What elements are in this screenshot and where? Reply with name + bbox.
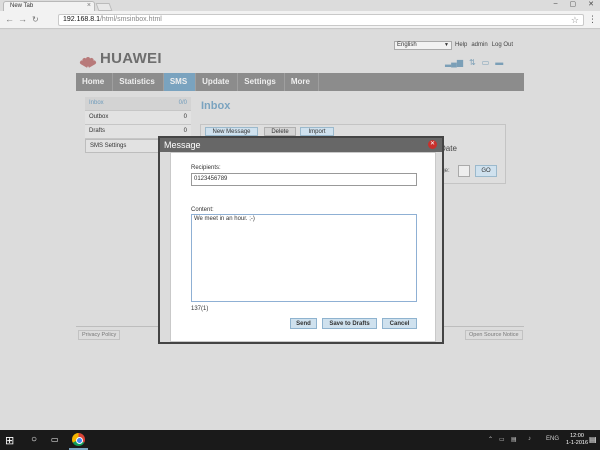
page-title: Inbox — [201, 100, 231, 112]
windows-start-icon[interactable]: ⊞ — [5, 434, 14, 447]
logout-link[interactable]: Log Out — [492, 42, 513, 48]
open-source-notice-link[interactable]: Open Source Notice — [465, 330, 523, 340]
sidebar-item-outbox[interactable]: Outbox 0 — [85, 111, 191, 125]
recipients-field[interactable]: 0123456789 — [191, 173, 417, 186]
display-icon[interactable]: ▭ — [499, 436, 505, 443]
reload-icon[interactable]: ↻ — [32, 15, 39, 24]
main-nav: Home Statistics SMS Update Settings More — [76, 73, 524, 91]
back-icon[interactable]: ← — [5, 14, 14, 24]
forward-icon[interactable]: → — [18, 14, 27, 24]
import-button[interactable]: Import — [300, 127, 334, 136]
clock-time: 12:00 — [570, 433, 584, 439]
language-indicator[interactable]: ENG — [546, 436, 559, 442]
sidebar-item-label: SMS Settings — [90, 143, 127, 149]
minimize-icon[interactable]: – — [554, 0, 558, 11]
privacy-policy-link[interactable]: Privacy Policy — [78, 330, 121, 340]
url-path: /html/smsinbox.html — [99, 16, 162, 23]
tab-title: New Tab — [10, 3, 34, 9]
brand-name: HUAWEI — [100, 50, 162, 67]
tray-up-icon[interactable]: ⌃ — [488, 436, 493, 443]
url-host: 192.168.8.1 — [63, 16, 100, 23]
chevron-down-icon: ▼ — [444, 42, 449, 48]
character-counter: 137(1) — [191, 306, 209, 312]
volume-icon[interactable]: ♪ — [528, 436, 531, 442]
sidebar-item-label: Drafts — [89, 128, 106, 134]
nav-settings[interactable]: Settings — [238, 73, 285, 91]
taskbar: ⊞ ○ ▭ ⌃ ▭ ▤ ♪ ENG 12:00 1-1-2016 ▤ — [0, 430, 600, 450]
new-message-button[interactable]: New Message — [205, 127, 258, 136]
browser-menu-icon[interactable]: ⋮ — [588, 14, 597, 25]
bookmark-star-icon[interactable]: ☆ — [571, 15, 579, 26]
network-icon[interactable]: ▤ — [511, 436, 517, 443]
nav-statistics[interactable]: Statistics — [113, 73, 164, 91]
save-to-drafts-button[interactable]: Save to Drafts — [322, 318, 377, 329]
new-tab-button[interactable] — [95, 3, 113, 11]
data-transfer-icon: ⇅ — [468, 58, 476, 67]
message-dialog: Message ✕ Recipients: 0123456789 Content… — [158, 136, 444, 344]
sidebar-item-count: 0 — [183, 114, 187, 120]
sidebar-item-count: 0/0 — [178, 100, 187, 106]
task-view-icon[interactable]: ▭ — [51, 435, 59, 444]
dialog-title: Message — [164, 140, 201, 150]
nav-sms[interactable]: SMS — [163, 73, 197, 91]
admin-link[interactable]: admin — [471, 42, 487, 48]
signal-icon: ▂▄▆ — [445, 58, 463, 67]
close-window-icon[interactable]: ✕ — [588, 0, 594, 11]
delete-button[interactable]: Delete — [264, 127, 296, 136]
maximize-icon[interactable]: ▢ — [570, 0, 577, 11]
sidebar-item-count: 0 — [183, 128, 187, 134]
content-label: Content: — [191, 207, 214, 213]
clock[interactable]: 12:00 1-1-2016 — [566, 433, 588, 447]
chrome-icon[interactable] — [72, 433, 85, 446]
browser-tab[interactable]: New Tab × — [3, 1, 95, 11]
monitor-icon: ▭ — [481, 58, 490, 67]
tab-close-icon[interactable]: × — [87, 2, 91, 9]
send-button[interactable]: Send — [290, 318, 317, 329]
browser-tabstrip: New Tab × – ▢ ✕ — [0, 0, 600, 11]
dialog-body: Recipients: 0123456789 Content: We meet … — [170, 152, 436, 342]
header-links: Help admin Log Out — [455, 42, 513, 48]
huawei-flower-icon — [79, 52, 97, 68]
language-value: English — [397, 42, 417, 48]
huawei-logo: HUAWEI — [79, 50, 162, 68]
close-icon[interactable]: ✕ — [428, 140, 437, 149]
address-bar[interactable]: 192.168.8.1/html/smsinbox.html ☆ — [58, 14, 584, 26]
sidebar-item-label: Outbox — [89, 114, 109, 120]
page-input[interactable] — [458, 165, 470, 177]
content-textarea[interactable]: We meet in an hour. ;-) — [191, 214, 417, 302]
search-icon[interactable]: ○ — [31, 434, 37, 445]
nav-more[interactable]: More — [285, 73, 319, 91]
recipients-label: Recipients: — [191, 165, 221, 171]
dialog-header: Message ✕ — [160, 138, 442, 152]
language-select[interactable]: English ▼ — [394, 41, 452, 50]
cancel-button[interactable]: Cancel — [382, 318, 417, 329]
browser-toolbar: ← → ↻ 192.168.8.1/html/smsinbox.html ☆ ⋮ — [0, 11, 600, 29]
clock-date: 1-1-2016 — [566, 440, 589, 446]
notifications-icon[interactable]: ▤ — [589, 435, 597, 444]
status-icons: ▂▄▆ ⇅ ▭ ▬ — [445, 58, 503, 67]
window-controls: – ▢ ✕ — [554, 0, 594, 11]
battery-icon: ▬ — [495, 58, 504, 67]
sidebar-item-label: Inbox — [89, 100, 104, 106]
help-link[interactable]: Help — [455, 42, 467, 48]
nav-update[interactable]: Update — [196, 73, 239, 91]
nav-home[interactable]: Home — [76, 73, 114, 91]
go-button[interactable]: GO — [475, 165, 497, 177]
sidebar-item-inbox[interactable]: Inbox 0/0 — [85, 97, 191, 111]
